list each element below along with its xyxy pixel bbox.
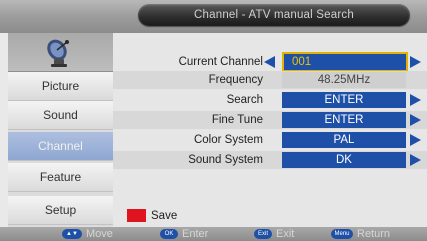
hint-enter: OK Enter — [160, 227, 208, 241]
color-system-value[interactable]: PAL — [282, 132, 406, 148]
ok-key-icon: OK — [160, 229, 178, 239]
channel-logo — [8, 33, 113, 72]
search-label: Search — [226, 94, 263, 106]
current-channel-label: Current Channel — [178, 56, 263, 68]
sidebar-item-picture[interactable]: Picture — [8, 72, 113, 101]
footer-hints: ▲▼ Move OK Enter Exit Exit Menu Return — [0, 227, 427, 241]
save-label: Save — [151, 210, 178, 222]
tv-osd-screen: Channel - ATV manual Search Picture Soun… — [0, 0, 427, 241]
hint-return: Menu Return — [331, 227, 390, 241]
sidebar-item-setup[interactable]: Setup — [8, 196, 113, 225]
hint-exit-label: Exit — [276, 228, 295, 240]
sound-system-row[interactable]: Sound System DK — [113, 151, 427, 169]
sidebar-item-label: Picture — [41, 79, 80, 93]
satellite-dish-icon — [47, 39, 69, 67]
fine-tune-label: Fine Tune — [211, 114, 263, 126]
frequency-label: Frequency — [208, 74, 263, 86]
sidebar-item-feature[interactable]: Feature — [8, 163, 113, 192]
hint-enter-label: Enter — [182, 228, 209, 240]
exit-key-icon: Exit — [254, 229, 272, 239]
hint-move-label: Move — [86, 228, 113, 240]
sidebar-menu: Picture Sound Channel Feature Setup — [8, 33, 113, 227]
frequency-row: Frequency 48.25MHz — [113, 71, 427, 89]
sidebar-item-label: Channel — [38, 139, 83, 153]
menu-key-icon: Menu — [331, 229, 353, 239]
search-row[interactable]: Search ENTER — [113, 91, 427, 109]
sound-system-label: Sound System — [188, 154, 263, 166]
fine-tune-value[interactable]: ENTER — [282, 112, 406, 128]
arrow-right-icon[interactable] — [410, 114, 421, 126]
current-channel-row[interactable]: Current Channel 001 — [113, 52, 427, 72]
fine-tune-row[interactable]: Fine Tune ENTER — [113, 111, 427, 129]
arrow-right-icon[interactable] — [410, 154, 421, 166]
current-channel-value[interactable]: 001 — [282, 52, 408, 72]
red-key-icon — [127, 209, 146, 222]
hint-move: ▲▼ Move — [62, 227, 113, 241]
arrow-right-icon[interactable] — [410, 94, 421, 106]
color-system-row[interactable]: Color System PAL — [113, 131, 427, 149]
sidebar-item-channel[interactable]: Channel — [8, 132, 113, 161]
sidebar-item-label: Sound — [43, 108, 78, 122]
color-system-label: Color System — [193, 134, 263, 146]
arrows-key-icon: ▲▼ — [62, 229, 82, 239]
arrow-right-icon[interactable] — [410, 56, 421, 68]
sidebar-item-label: Setup — [44, 203, 77, 217]
frequency-value: 48.25MHz — [282, 72, 406, 88]
sidebar-item-sound[interactable]: Sound — [8, 101, 113, 130]
search-value[interactable]: ENTER — [282, 92, 406, 108]
settings-panel: Current Channel 001 Frequency 48.25MHz S… — [113, 33, 427, 227]
sound-system-value[interactable]: DK — [282, 152, 406, 168]
arrow-left-icon[interactable] — [264, 56, 275, 68]
hint-exit: Exit Exit — [254, 227, 294, 241]
menu-title: Channel - ATV manual Search — [138, 4, 410, 26]
arrow-right-icon[interactable] — [410, 134, 421, 146]
sidebar-item-label: Feature — [39, 170, 82, 184]
hint-return-label: Return — [357, 228, 391, 240]
header-bar: Channel - ATV manual Search — [0, 0, 427, 33]
